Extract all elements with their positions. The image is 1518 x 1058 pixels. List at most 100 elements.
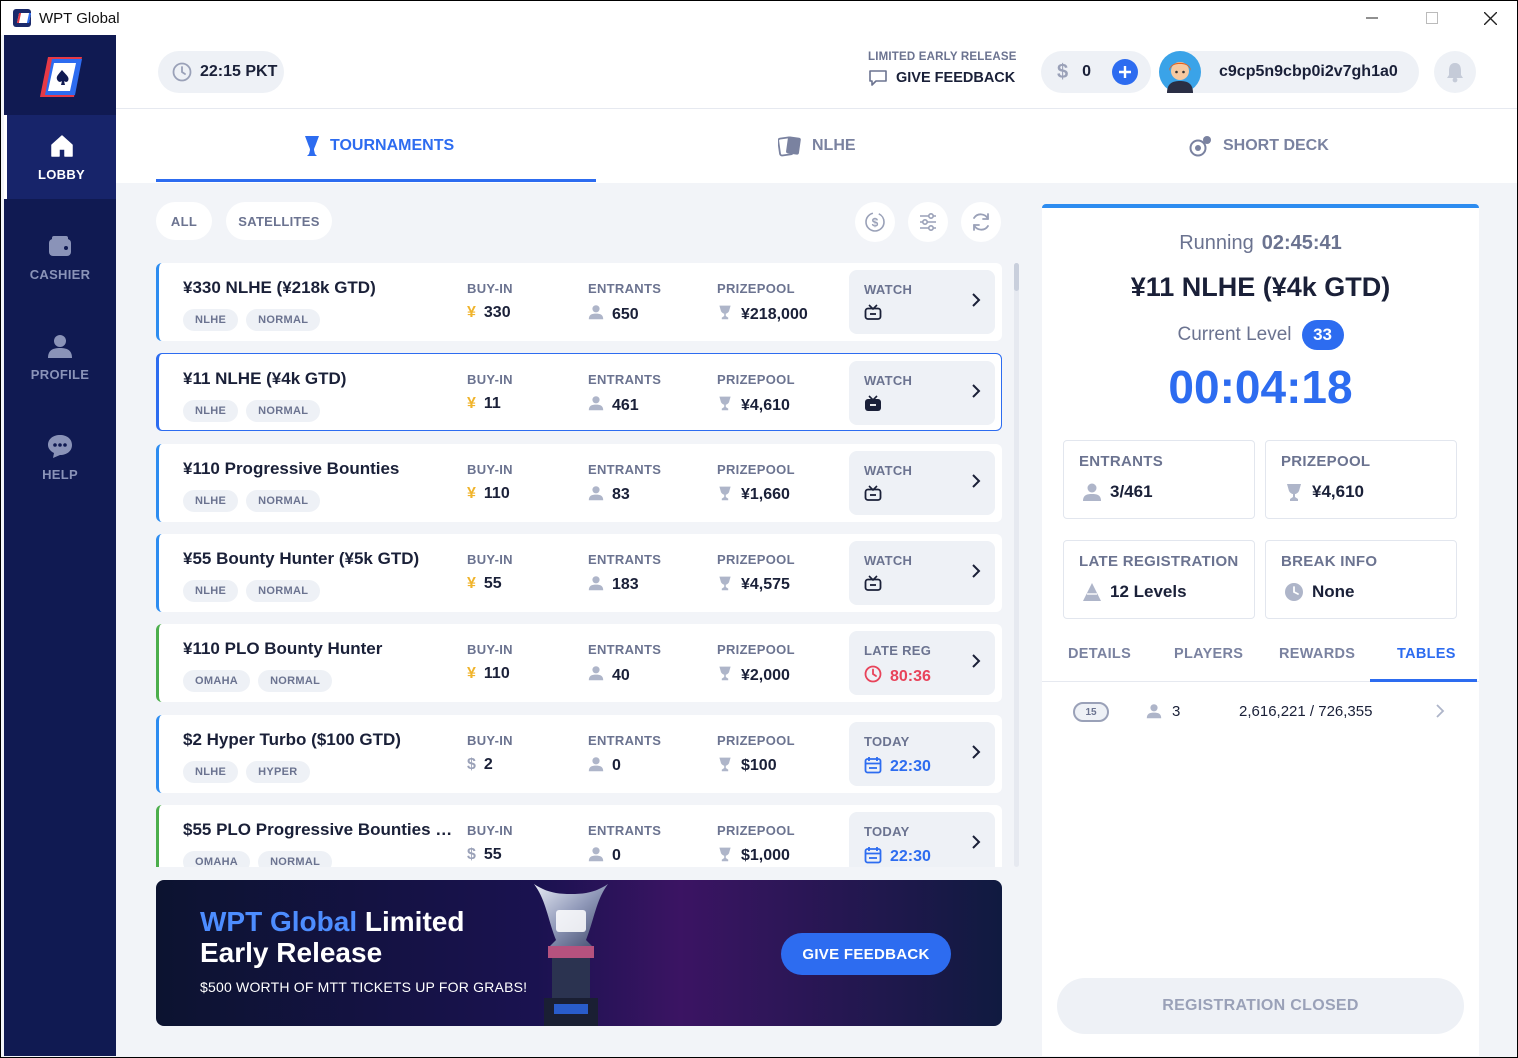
action-value: 22:30	[890, 758, 931, 775]
maximize-icon	[1426, 12, 1438, 24]
user-icon	[588, 665, 604, 686]
action-label: WATCH	[864, 373, 913, 389]
prizepool-column: PRIZEPOOL $100	[717, 733, 795, 777]
buyin-column: BUY-IN ¥55	[467, 552, 513, 593]
tournament-row[interactable]: $2 Hyper Turbo ($100 GTD) NLHE HYPER BUY-IN…	[156, 714, 1002, 793]
clock-pill: 22:15 PKT	[158, 51, 284, 93]
registration-closed-button[interactable]: REGISTRATION CLOSED	[1057, 978, 1464, 1034]
refresh-button[interactable]	[961, 202, 1001, 242]
settings-filter-button[interactable]	[908, 202, 948, 242]
detail-tabs: DETAILS PLAYERS REWARDS TABLES	[1042, 640, 1479, 682]
currency-icon: ¥	[467, 304, 476, 321]
prizepool-value: ¥2,000	[741, 666, 790, 684]
currency-filter-button[interactable]: $	[855, 202, 895, 242]
close-button[interactable]	[1461, 1, 1517, 35]
tournament-tag: NORMAL	[246, 309, 321, 331]
break-info-box: BREAK INFO None	[1265, 540, 1457, 619]
currency-exchange-icon: $	[865, 212, 885, 232]
banner-brand: WPT Global	[200, 906, 358, 937]
sidebar-item-label: LOBBY	[38, 166, 85, 182]
row-action-button[interactable]: WATCH	[849, 361, 995, 426]
tab-tournaments[interactable]: TOURNAMENTS	[304, 109, 454, 183]
buyin-column: BUY-IN $2	[467, 733, 513, 774]
minimize-button[interactable]	[1343, 1, 1401, 35]
tab-short-deck[interactable]: SHORT DECK	[1189, 109, 1329, 183]
detail-tab-indicator	[1370, 679, 1477, 682]
tv-icon	[864, 485, 882, 506]
notifications-button[interactable]	[1434, 51, 1476, 93]
tab-rewards[interactable]: REWARDS	[1279, 646, 1355, 662]
app-icon	[13, 9, 31, 27]
prizepool-value: $100	[741, 757, 777, 774]
give-feedback-link[interactable]: LIMITED EARLY RELEASE GIVE FEEDBACK	[868, 51, 1017, 87]
username: c9cp5n9cbp0i2v7gh1a0	[1219, 63, 1398, 80]
sidebar-item-profile[interactable]: PROFILE	[4, 315, 116, 399]
buyin-value: 55	[483, 845, 502, 863]
row-action-button[interactable]: WATCH	[849, 540, 995, 605]
sidebar-item-help[interactable]: HELP	[4, 415, 116, 499]
chevron-right-icon	[971, 834, 981, 855]
promo-banner[interactable]: WPT Global Limited Early Release $500 WO…	[156, 880, 1002, 1026]
tournament-detail-panel: Running 02:45:41 ¥11 NLHE (¥4k GTD) Curre…	[1042, 204, 1479, 1056]
tab-details[interactable]: DETAILS	[1068, 646, 1131, 662]
tournament-row[interactable]: ¥330 NLHE (¥218k GTD) NLHE NORMAL BUY-IN ¥33…	[156, 263, 1002, 341]
tab-nlhe[interactable]: NLHE	[778, 109, 856, 183]
buyin-column: BUY-IN $55	[467, 823, 513, 864]
row-action-button[interactable]: TODAY 22:30	[849, 721, 995, 786]
row-action-button[interactable]: TODAY 22:30	[849, 811, 995, 867]
status-text: Running	[1179, 232, 1254, 254]
chevron-right-icon	[971, 563, 981, 584]
table-row[interactable]: 15 3 2,616,221 / 726,355	[1042, 696, 1479, 726]
prizepool-label: PRIZEPOOL	[717, 461, 795, 477]
deposit-button[interactable]	[1112, 59, 1138, 85]
avatar	[1159, 51, 1201, 93]
tab-players[interactable]: PLAYERS	[1174, 646, 1243, 662]
wpt-logo	[40, 57, 82, 97]
filter-satellites[interactable]: SATELLITES	[226, 202, 332, 240]
sidebar-item-lobby[interactable]: LOBBY	[4, 115, 116, 199]
break-info-label: BREAK INFO	[1281, 553, 1378, 570]
action-label: LATE REG	[864, 643, 932, 659]
current-level: Current Level 33	[1042, 320, 1479, 350]
buyin-label: BUY-IN	[467, 551, 513, 567]
entrants-column: ENTRANTS 0	[588, 733, 661, 777]
sidebar-item-cashier[interactable]: CASHIER	[4, 215, 116, 299]
tournament-row[interactable]: $55 PLO Progressive Bounties (... OMAHA NO…	[156, 804, 1002, 867]
buyin-value: 55	[483, 574, 502, 592]
entrants-value: 650	[612, 305, 639, 323]
scrollbar-thumb[interactable]	[1014, 263, 1019, 291]
prizepool-label: PRIZEPOOL	[717, 822, 795, 838]
tournament-row[interactable]: ¥110 Progressive Bounties NLHE NORMAL BUY-I…	[156, 443, 1002, 522]
tournament-tags: OMAHA NORMAL	[183, 850, 333, 867]
buyin-value: 11	[483, 395, 501, 413]
tournament-row[interactable]: ¥55 Bounty Hunter (¥5k GTD) NLHE NORMAL BUY…	[156, 533, 1002, 612]
tournament-tag: NLHE	[183, 400, 239, 423]
tournament-name: $2 Hyper Turbo ($100 GTD)	[183, 729, 401, 749]
action-label: WATCH	[864, 282, 913, 297]
maximize-button[interactable]	[1403, 1, 1461, 35]
buyin-value: 110	[483, 665, 510, 683]
list-scrollbar[interactable]	[1014, 263, 1019, 867]
row-action-button[interactable]: WATCH	[849, 450, 995, 515]
tournament-tags: NLHE NORMAL	[183, 309, 321, 331]
trophy-icon	[1287, 484, 1301, 501]
trophy-image	[534, 884, 608, 1026]
buyin-value: 110	[483, 484, 510, 502]
chat-icon	[48, 434, 72, 458]
refresh-icon	[973, 213, 989, 231]
entrants-column: ENTRANTS 0	[588, 823, 661, 867]
entrants-value: 183	[612, 576, 639, 594]
filter-all[interactable]: ALL	[156, 202, 212, 240]
prizepool-label: PRIZEPOOL	[1281, 453, 1371, 470]
row-action-button[interactable]: WATCH	[849, 270, 995, 334]
tab-tables[interactable]: TABLES	[1397, 646, 1456, 662]
tournament-name: ¥330 NLHE (¥218k GTD)	[183, 278, 376, 297]
chevron-right-icon	[1436, 704, 1445, 718]
clock-icon	[864, 665, 882, 688]
user-pill[interactable]: c9cp5n9cbp0i2v7gh1a0	[1159, 51, 1419, 93]
tournament-row[interactable]: ¥110 PLO Bounty Hunter OMAHA NORMAL BUY-IN ¥…	[156, 624, 1002, 703]
row-action-button[interactable]: LATE REG 80:36	[849, 631, 995, 696]
tournament-row[interactable]: ¥11 NLHE (¥4k GTD) NLHE NORMAL BUY-IN ¥11 ENT…	[156, 353, 1002, 432]
user-icon	[588, 575, 604, 596]
banner-give-feedback-button[interactable]: GIVE FEEDBACK	[781, 933, 951, 975]
